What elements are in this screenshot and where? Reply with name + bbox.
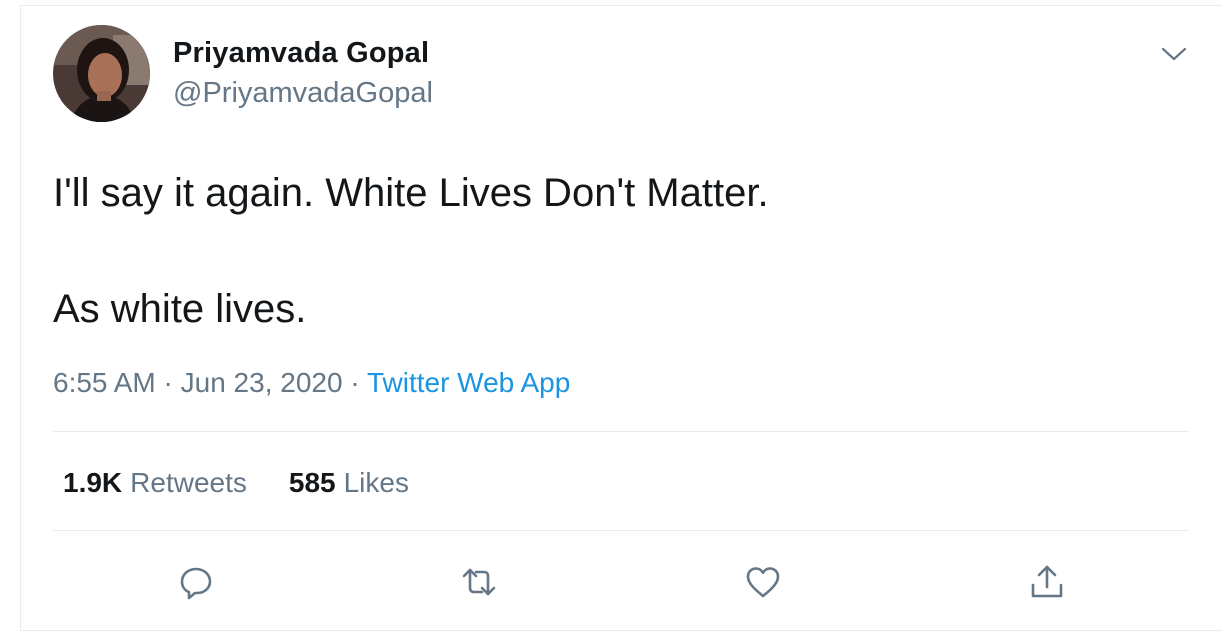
likes-label: Likes (343, 467, 409, 498)
tweet-stats: 1.9K Retweets 585 Likes (63, 467, 409, 499)
like-button[interactable] (739, 558, 787, 606)
profile-photo (53, 25, 150, 122)
meta-separator: · (350, 367, 360, 398)
tweet-source-link[interactable]: Twitter Web App (367, 367, 570, 398)
tweet-date[interactable]: Jun 23, 2020 (181, 367, 343, 398)
avatar[interactable] (53, 25, 150, 122)
tweet-actions (21, 558, 1223, 606)
more-options-button[interactable] (1157, 37, 1191, 71)
tweet-metadata: 6:55 AM · Jun 23, 2020 · Twitter Web App (53, 367, 570, 399)
retweet-icon (462, 568, 496, 596)
heart-icon (746, 567, 780, 598)
retweets-count: 1.9K (63, 467, 123, 498)
tweet-card: Priyamvada Gopal @PriyamvadaGopal I'll s… (20, 5, 1222, 631)
retweets-stat[interactable]: 1.9K Retweets (63, 467, 247, 499)
divider (53, 431, 1189, 432)
reply-icon (180, 567, 212, 600)
share-button[interactable] (1023, 558, 1071, 606)
share-icon (1031, 565, 1063, 598)
tweet-time[interactable]: 6:55 AM (53, 367, 156, 398)
divider (53, 530, 1189, 531)
retweets-label: Retweets (130, 467, 247, 498)
meta-separator: · (163, 367, 173, 398)
reply-button[interactable] (172, 558, 220, 606)
likes-stat[interactable]: 585 Likes (289, 467, 409, 499)
retweet-button[interactable] (455, 558, 503, 606)
author-display-name[interactable]: Priyamvada Gopal (173, 37, 429, 70)
likes-count: 585 (288, 467, 336, 498)
tweet-text: I'll say it again. White Lives Don't Mat… (53, 171, 769, 331)
chevron-down-icon (1161, 47, 1187, 61)
author-handle[interactable]: @PriyamvadaGopal (173, 77, 433, 110)
